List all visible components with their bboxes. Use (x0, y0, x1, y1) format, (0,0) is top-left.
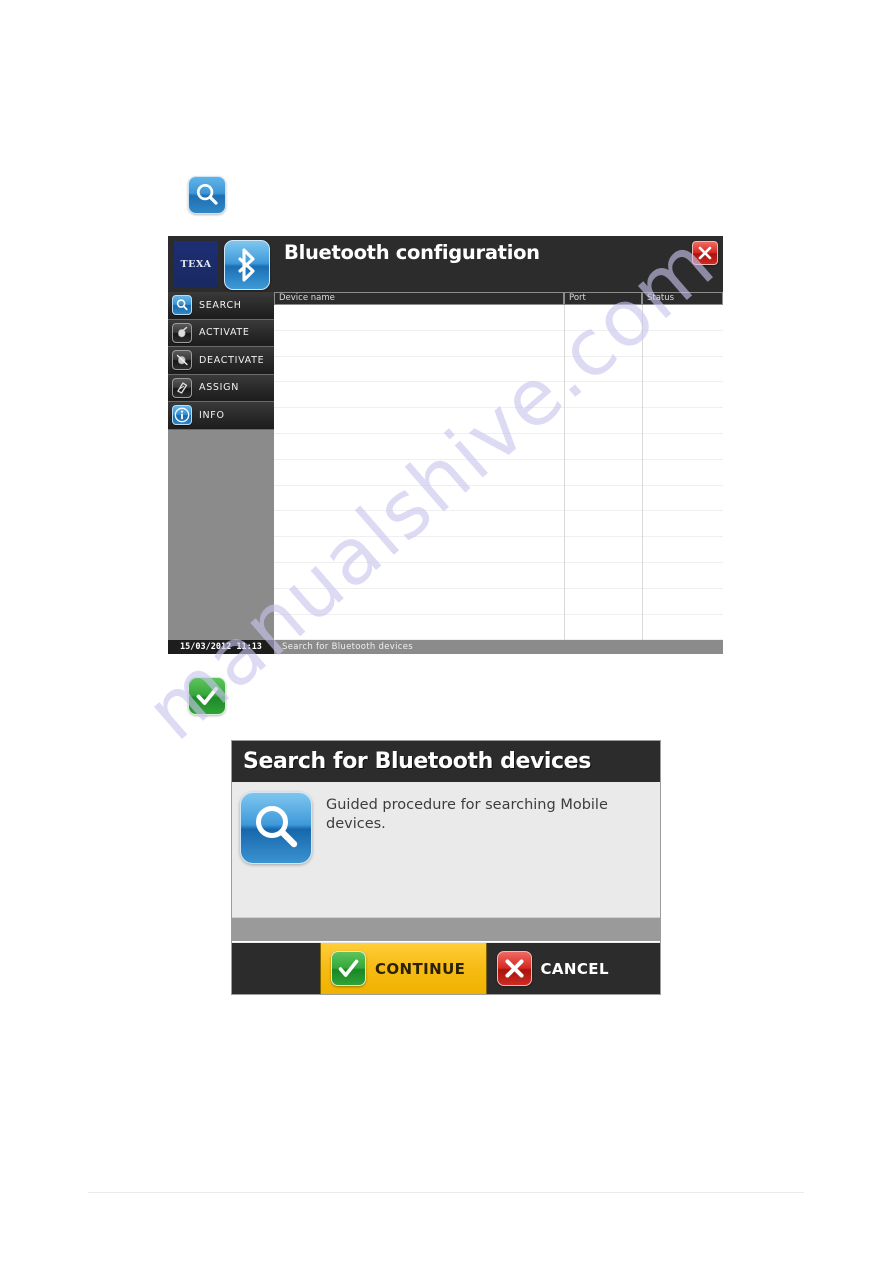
button-bar-spacer (232, 943, 320, 994)
sidebar-item-label: ACTIVATE (199, 327, 250, 339)
continue-button-label: CONTINUE (375, 959, 466, 978)
table-row[interactable] (274, 589, 723, 615)
search-icon (240, 792, 312, 864)
column-divider (564, 305, 565, 640)
bluetooth-glyph (238, 248, 255, 282)
sidebar-item-label: DEACTIVATE (199, 354, 265, 366)
search-glyph (256, 806, 298, 848)
status-message: Search for Bluetooth devices (282, 642, 414, 652)
sidebar: SEARCH ACTIVATE DEACTIVATE ASSIGN INFO (168, 292, 274, 640)
check-icon (188, 677, 226, 715)
table-row[interactable] (274, 357, 723, 383)
texa-logo: TEXA (174, 241, 218, 287)
continue-button[interactable]: CONTINUE (320, 943, 487, 994)
table-row[interactable] (274, 615, 723, 641)
table-row[interactable] (274, 382, 723, 409)
column-header-status[interactable]: Status (642, 292, 723, 305)
hand-pointer-icon (172, 322, 192, 343)
table-row[interactable] (274, 408, 723, 434)
sidebar-item-info[interactable]: INFO (168, 402, 274, 430)
search-icon (188, 176, 226, 214)
sidebar-item-search[interactable]: SEARCH (168, 292, 274, 320)
column-header-port[interactable]: Port (564, 292, 642, 305)
dialog-titlebar: Search for Bluetooth devices (232, 741, 660, 782)
dialog-title: Search for Bluetooth devices (243, 749, 591, 774)
check-glyph (196, 687, 218, 705)
close-x-glyph (504, 959, 524, 978)
close-button[interactable] (692, 241, 718, 265)
bluetooth-icon (224, 240, 270, 290)
sidebar-item-label: INFO (199, 409, 225, 421)
table-row[interactable] (274, 537, 723, 563)
bluetooth-configuration-window: TEXA Bluetooth configuration SEARCH ACTI… (168, 236, 723, 654)
status-datetime: 15/03/2012 11:13 (168, 640, 274, 654)
dialog-message: Guided procedure for searching Mobile de… (326, 797, 608, 832)
close-icon (698, 246, 712, 260)
search-icon (172, 295, 192, 316)
table-body (274, 305, 723, 641)
dialog-progress-bar (232, 917, 660, 942)
device-table: Device name Port Status (274, 292, 723, 641)
assign-tag-glyph (177, 382, 188, 394)
search-glyph (176, 299, 188, 311)
search-devices-dialog: Search for Bluetooth devices Guided proc… (231, 740, 661, 995)
search-glyph (196, 184, 218, 205)
sidebar-item-deactivate[interactable]: DEACTIVATE (168, 347, 274, 375)
assign-tag-icon (172, 377, 192, 398)
table-row[interactable] (274, 434, 723, 460)
hand-deactivate-icon (172, 350, 192, 371)
dialog-button-bar: CONTINUE CANCEL (232, 943, 660, 994)
table-row[interactable] (274, 563, 723, 589)
column-header-device-name[interactable]: Device name (274, 292, 564, 305)
sidebar-item-assign[interactable]: ASSIGN (168, 374, 274, 402)
sidebar-item-label: SEARCH (199, 299, 242, 311)
window-titlebar: Bluetooth configuration (274, 236, 723, 292)
page-title: Bluetooth configuration (284, 241, 540, 264)
check-icon (331, 951, 366, 986)
info-icon (172, 405, 192, 426)
hand-pointer-glyph (178, 326, 188, 338)
table-header-row: Device name Port Status (274, 292, 723, 305)
close-x-icon (496, 951, 532, 986)
table-row[interactable] (274, 305, 723, 331)
table-row[interactable] (274, 460, 723, 486)
brand-strip: TEXA (168, 236, 274, 292)
check-glyph (338, 959, 359, 977)
table-row[interactable] (274, 331, 723, 357)
info-glyph (174, 407, 190, 423)
table-row[interactable] (274, 511, 723, 538)
sidebar-item-activate[interactable]: ACTIVATE (168, 319, 274, 347)
status-bar: 15/03/2012 11:13 Search for Bluetooth de… (168, 640, 723, 654)
dialog-body: Guided procedure for searching Mobile de… (232, 782, 660, 917)
footer-divider (88, 1192, 804, 1193)
cancel-button[interactable]: CANCEL (486, 943, 660, 994)
table-row[interactable] (274, 486, 723, 512)
hand-deactivate-glyph (176, 355, 188, 366)
column-divider (642, 305, 643, 640)
sidebar-item-label: ASSIGN (199, 382, 240, 394)
cancel-button-label: CANCEL (540, 959, 609, 978)
